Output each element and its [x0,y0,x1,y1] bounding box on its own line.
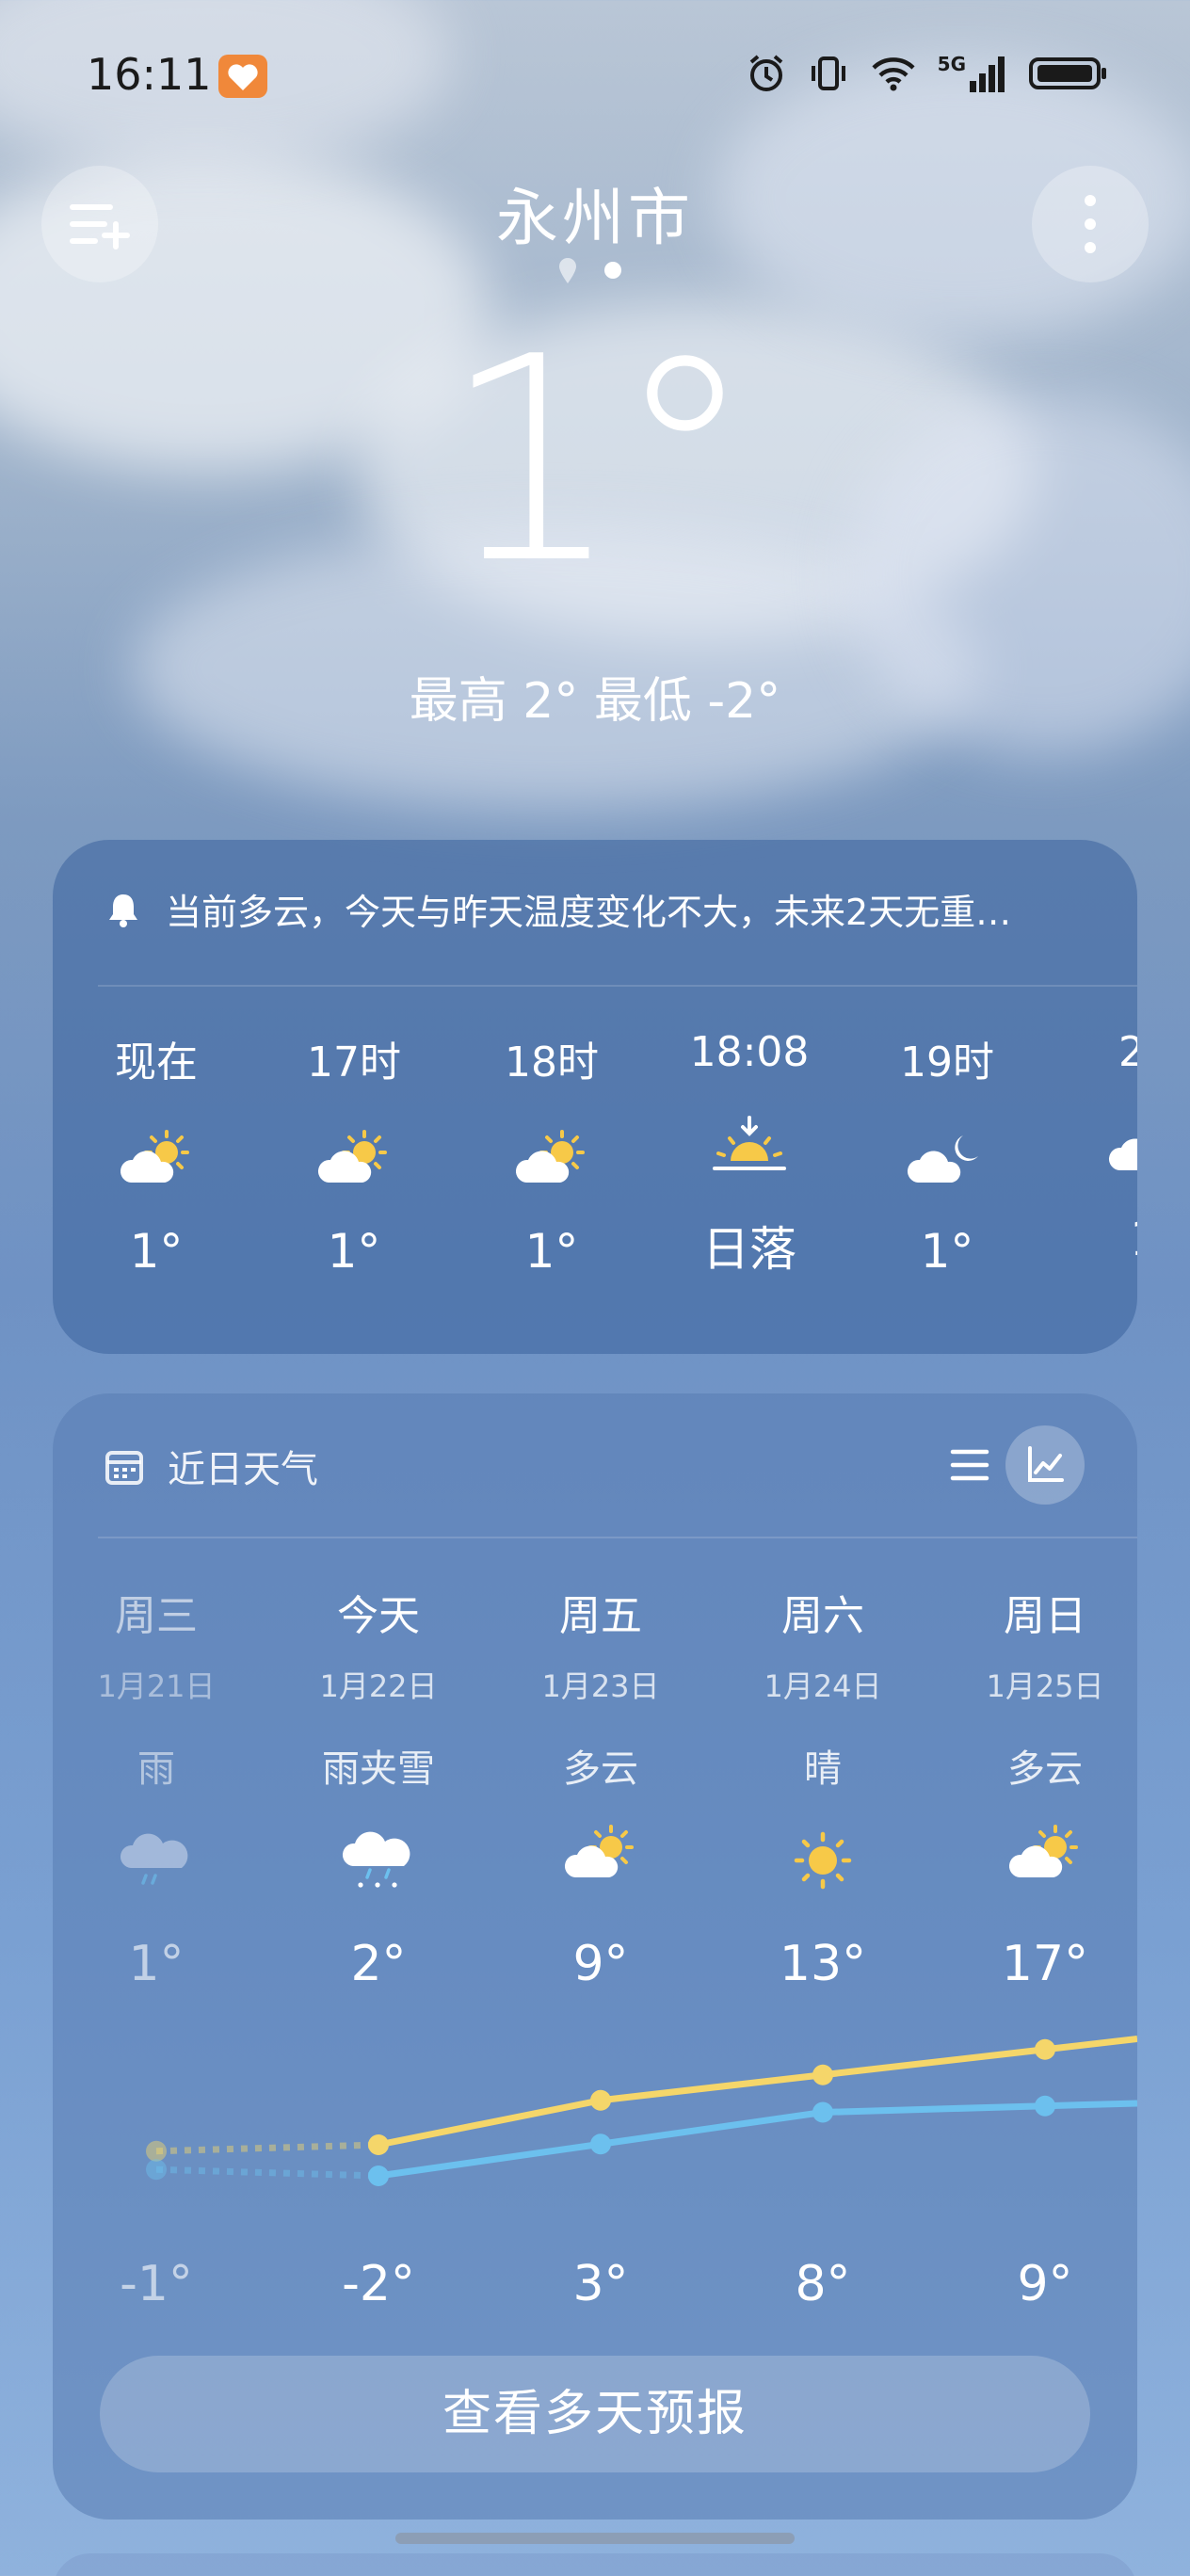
page-indicator [557,256,621,284]
health-app-icon [218,55,267,98]
alert-text: 当前多云，今天与昨天温度变化不大，未来2天无重… [166,892,1012,933]
partly-cloudy-day-icon [312,1128,396,1194]
temperature-chart [146,2036,1137,2186]
hour-item: 18时 1° [458,1028,646,1279]
hour-item: 18:08 日落 [655,1028,844,1280]
status-icons: 5G [746,53,1109,94]
signal-icon [970,56,1005,92]
bell-icon [109,894,137,927]
cloudy-icon [1102,1116,1137,1182]
chart-point [146,2159,167,2181]
hour-temp: 1° [920,1224,974,1279]
hour-label: 现在 [115,1038,198,1087]
hour-label: 20 [1118,1028,1137,1076]
city-name: 永州市 [496,182,694,254]
vibrate-icon [811,56,845,90]
partly-cloudy-night-icon [905,1128,989,1194]
network-type: 5G [937,53,966,75]
hour-label: 18:08 [689,1028,810,1076]
hour-item: 17时 1° [260,1028,448,1279]
day-low-temp: 8° [795,2256,851,2312]
chart-point [146,2140,167,2162]
current-temperature: 1° [442,297,756,625]
daily-forecast-card: 近日天气 周三 1月21日雨 1° 今天 1月22日 雨夹雪 2° 周五 1月23日 多云 9° 周六… [53,1393,1137,2520]
hour-temp: 1° [129,1224,184,1279]
hour-label: 19时 [900,1038,994,1087]
chart-point [812,2064,833,2085]
chart-point [1035,2095,1055,2117]
chart-line [378,2100,1137,2180]
hour-temp: 1° [327,1224,381,1279]
next-card [53,2553,1137,2576]
hour-temp: 1 [1051,1212,1137,1266]
divider [98,985,1137,987]
chart-point [590,2089,611,2111]
chart-point [368,2134,389,2155]
weather-alert[interactable]: 当前多云，今天与昨天温度变化不大，未来2天无重… [104,883,1092,935]
chart-line-past [155,2165,379,2180]
chart-point [1035,2038,1055,2060]
wifi-icon [872,57,915,91]
hour-temp: 日落 [702,1222,796,1277]
status-time: 16:11 [87,49,212,100]
high-low-temperature: 最高 2° 最低 -2° [409,673,781,730]
chart-line-past [155,2141,379,2155]
hourly-forecast-card[interactable]: 当前多云，今天与昨天温度变化不大，未来2天无重… 现在 1° 17时 1° 18时 1° 1… [53,840,1137,1354]
hour-item: 现在 1° [62,1028,250,1279]
page-dot-active [604,262,621,279]
home-indicator[interactable] [395,2533,795,2544]
hour-item: 19时 1° [853,1028,1041,1279]
chart-line [378,2036,1137,2149]
chart-point [368,2165,389,2186]
battery-icon [1029,57,1106,89]
partly-cloudy-day-icon [509,1128,594,1194]
day-low-temp: -2° [342,2256,415,2312]
day-low-temp: 3° [572,2256,629,2312]
hour-item: 20 1 [1051,1028,1137,1266]
hour-label: 18时 [505,1038,599,1087]
partly-cloudy-day-icon [114,1128,199,1194]
location-pin-icon [559,258,576,283]
view-multiday-forecast-button[interactable]: 查看多天预报 [100,2356,1090,2472]
sunset-icon [707,1116,792,1182]
chart-point [812,2101,833,2123]
hour-label: 17时 [307,1038,401,1087]
hour-temp: 1° [524,1224,579,1279]
day-low-temp: 9° [1017,2256,1073,2312]
chart-point [590,2133,611,2155]
alarm-icon [749,55,782,91]
day-low-temp: -1° [120,2256,193,2312]
